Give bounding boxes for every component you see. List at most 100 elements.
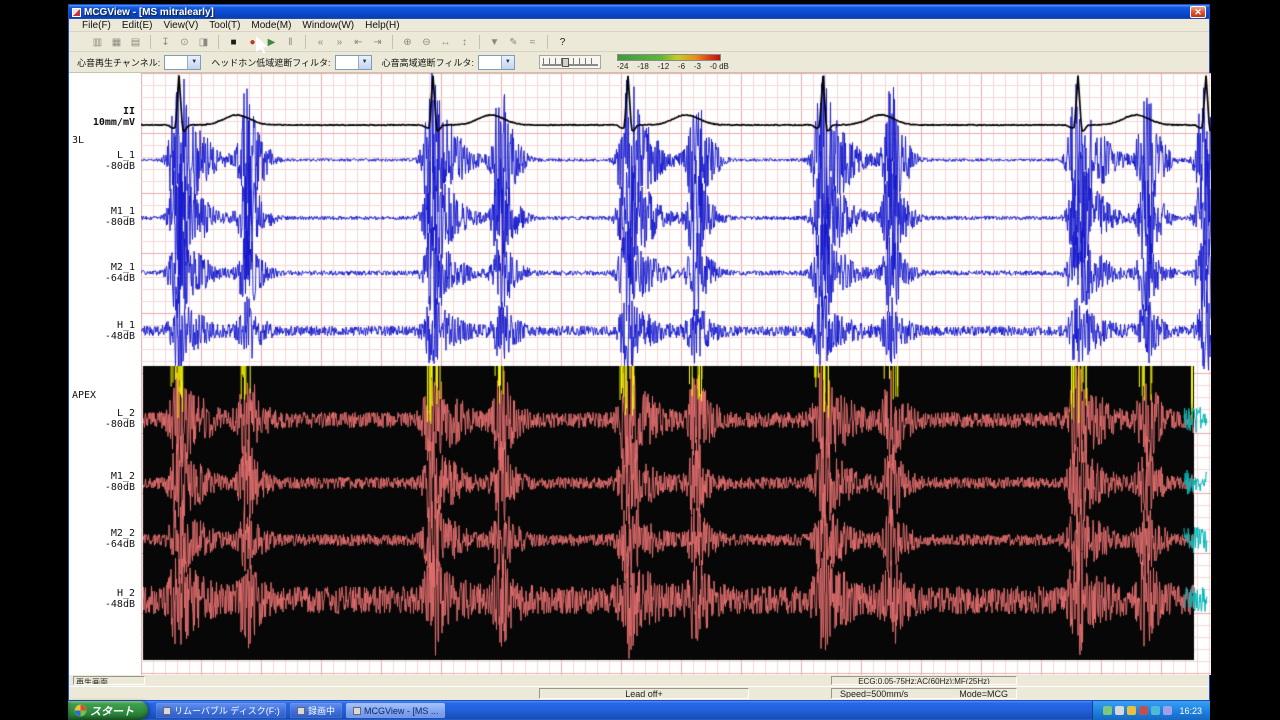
status-mode: Mode=MCG: [959, 689, 1008, 699]
toolbar: ▥ ▦ ▤ ↧ ⊙ ◨ ■ ● ▶ ‖ «» ⇤ ⇥ ⊕ ⊖ ↔ ↕ ▼ ✎ ≈?: [69, 32, 1209, 52]
db-scale: -24 -18 -12 -6 -3 -0 dB: [617, 62, 729, 71]
slider-thumb[interactable]: [561, 58, 569, 67]
statusbar-top: 再生画面 ECG:0.05-75Hz;AC(60Hz);MF(25Hz): [69, 675, 1209, 686]
toolbar-separator: [479, 34, 480, 49]
marker-icon[interactable]: ▼: [486, 34, 503, 49]
status-speed-mode: Speed=500mm/s Mode=MCG: [831, 688, 1017, 699]
filter-icon[interactable]: ≈: [524, 34, 541, 49]
pause-icon[interactable]: ‖: [282, 34, 299, 49]
settings-icon[interactable]: ◨: [195, 34, 212, 49]
taskbar-clock: 16:23: [1179, 705, 1202, 716]
db-tick: -6: [677, 61, 686, 71]
controls-bar: 心音再生チャンネル: ▼ ヘッドホン低域遮断フィルタ: ▼ 心音高域遮断フィルタ…: [69, 52, 1209, 73]
channel-label-h1: H_1 -48dB: [104, 320, 135, 342]
hscale-icon[interactable]: ↔: [437, 34, 454, 49]
taskbar-button[interactable]: MCGView - [MS ...: [346, 703, 446, 718]
titlebar: MCGView - [MS mitralearly] ✕: [69, 5, 1209, 19]
lowcut-filter-label: ヘッドホン低域遮断フィルタ:: [211, 57, 331, 68]
site1-label: 3L: [72, 135, 85, 146]
save-icon[interactable]: ▦: [108, 34, 125, 49]
print-icon[interactable]: ▤: [127, 34, 144, 49]
window-title: MCGView - [MS mitralearly]: [84, 6, 214, 18]
close-button[interactable]: ✕: [1190, 6, 1206, 18]
menu-toolt[interactable]: Tool(T): [204, 20, 245, 31]
zoom-in-icon[interactable]: ⊕: [399, 34, 416, 49]
toolbar-separator: [392, 34, 393, 49]
app-icon: [72, 7, 81, 17]
taskbar-buttons: リムーバブル ディスク(F:) 録画中 MCGView - [MS ...: [156, 703, 446, 718]
tray-icon-5[interactable]: [1151, 706, 1161, 715]
search-icon[interactable]: ⊙: [176, 34, 193, 49]
menu-modem[interactable]: Mode(M): [246, 20, 296, 31]
open-icon[interactable]: ▥: [89, 34, 106, 49]
tray-icon-6[interactable]: [1163, 706, 1173, 715]
tray-icon-2[interactable]: [1115, 706, 1125, 715]
level-meter-bar: [616, 53, 721, 61]
menubar: File(F) Edit(E) View(V) Tool(T) Mode(M) Windo…: [69, 19, 1209, 32]
highcut-filter-select[interactable]: ▼: [477, 54, 515, 70]
level-meter: -24 -18 -12 -6 -3 -0 dB: [616, 53, 729, 71]
channel-label-l2: L_2 -80dB: [104, 408, 135, 430]
menu-edite[interactable]: Edit(E): [117, 20, 158, 31]
lowcut-filter-select[interactable]: ▼: [334, 54, 372, 70]
tray-icon-3[interactable]: [1127, 706, 1137, 715]
start-button[interactable]: スタート: [68, 701, 148, 720]
status-lead-off: Lead off+: [539, 688, 749, 699]
toolbar-separator: [547, 34, 548, 49]
rewind-icon[interactable]: «: [312, 34, 329, 49]
status-speed: Speed=500mm/s: [840, 689, 909, 699]
stop-icon[interactable]: ■: [225, 34, 242, 49]
menu-filef[interactable]: File(F): [77, 20, 116, 31]
tray-icon-4[interactable]: [1139, 706, 1149, 715]
db-tick: -3: [693, 61, 701, 71]
taskbar-button-icon: [297, 706, 305, 715]
taskbar-button-label: リムーバブル ディスク(F:): [174, 706, 280, 716]
taskbar-button-label: MCGView - [MS ...: [364, 705, 439, 716]
toolbar-separator: [150, 34, 151, 49]
channel-label-l1: L_1 -80dB: [104, 150, 135, 172]
play-channel-select[interactable]: ▼: [164, 54, 202, 70]
taskbar: スタート リムーバブル ディスク(F:) 録画中 MCGView - [MS ...…: [68, 701, 1210, 720]
chart-area: II 10mm/mV 3L L_1 -80dB M1_1 -80dB M2_1 -64…: [69, 73, 1211, 675]
site2-label: APEX: [72, 390, 97, 401]
forward-icon[interactable]: »: [331, 34, 348, 49]
chevron-down-icon: ▼: [357, 55, 371, 69]
channel-label-m21: M2_1 -64dB: [104, 262, 135, 284]
db-tick: -0 dB: [709, 61, 729, 71]
slider-track: [541, 64, 598, 66]
channel-labels: II 10mm/mV 3L L_1 -80dB M1_1 -80dB M2_1 -64…: [69, 73, 141, 675]
taskbar-button-icon: [353, 706, 362, 715]
waveform-canvas[interactable]: [141, 73, 1211, 675]
status-ecg-filter: ECG:0.05-75Hz;AC(60Hz);MF(25Hz): [831, 676, 1017, 685]
channel-label-m11: M1_1 -80dB: [104, 206, 135, 228]
taskbar-button-label: 録画中: [308, 706, 336, 716]
statusbar-bottom: Lead off+ Speed=500mm/s Mode=MCG: [69, 686, 1209, 700]
annotate-icon[interactable]: ✎: [505, 34, 522, 49]
menu-helph[interactable]: Help(H): [360, 20, 404, 31]
chevron-down-icon: ▼: [187, 55, 201, 69]
chevron-down-icon: ▼: [500, 55, 514, 69]
taskbar-button[interactable]: 録画中: [290, 703, 343, 718]
menu-viewv[interactable]: View(V): [158, 20, 203, 31]
vscale-icon[interactable]: ↕: [456, 34, 473, 49]
ecg-channel-label: II 10mm/mV: [92, 106, 135, 128]
channel-label-h2: H_2 -48dB: [104, 588, 135, 610]
help-icon[interactable]: ?: [554, 34, 571, 49]
highcut-filter-label: 心音高域遮断フィルタ:: [381, 57, 474, 68]
volume-slider[interactable]: [538, 55, 601, 69]
db-tick: -12: [657, 61, 670, 71]
taskbar-button[interactable]: リムーバブル ディスク(F:): [156, 703, 286, 718]
windows-logo-icon: [75, 705, 86, 716]
db-tick: -18: [637, 61, 649, 71]
jump-end-icon[interactable]: ⇥: [369, 34, 386, 49]
play-channel-label: 心音再生チャンネル:: [77, 57, 161, 68]
mcgview-window: MCGView - [MS mitralearly] ✕ File(F) Edit…: [68, 4, 1211, 701]
toolbar-separator: [218, 34, 219, 49]
zoom-out-icon[interactable]: ⊖: [418, 34, 435, 49]
export-icon[interactable]: ↧: [157, 34, 174, 49]
tray-icon-1[interactable]: [1103, 706, 1113, 715]
screen: MCGView - [MS mitralearly] ✕ File(F) Edit…: [0, 0, 1280, 720]
toolbar-separator: [305, 34, 306, 49]
menu-windoww[interactable]: Window(W): [297, 20, 359, 31]
jump-start-icon[interactable]: ⇤: [350, 34, 367, 49]
